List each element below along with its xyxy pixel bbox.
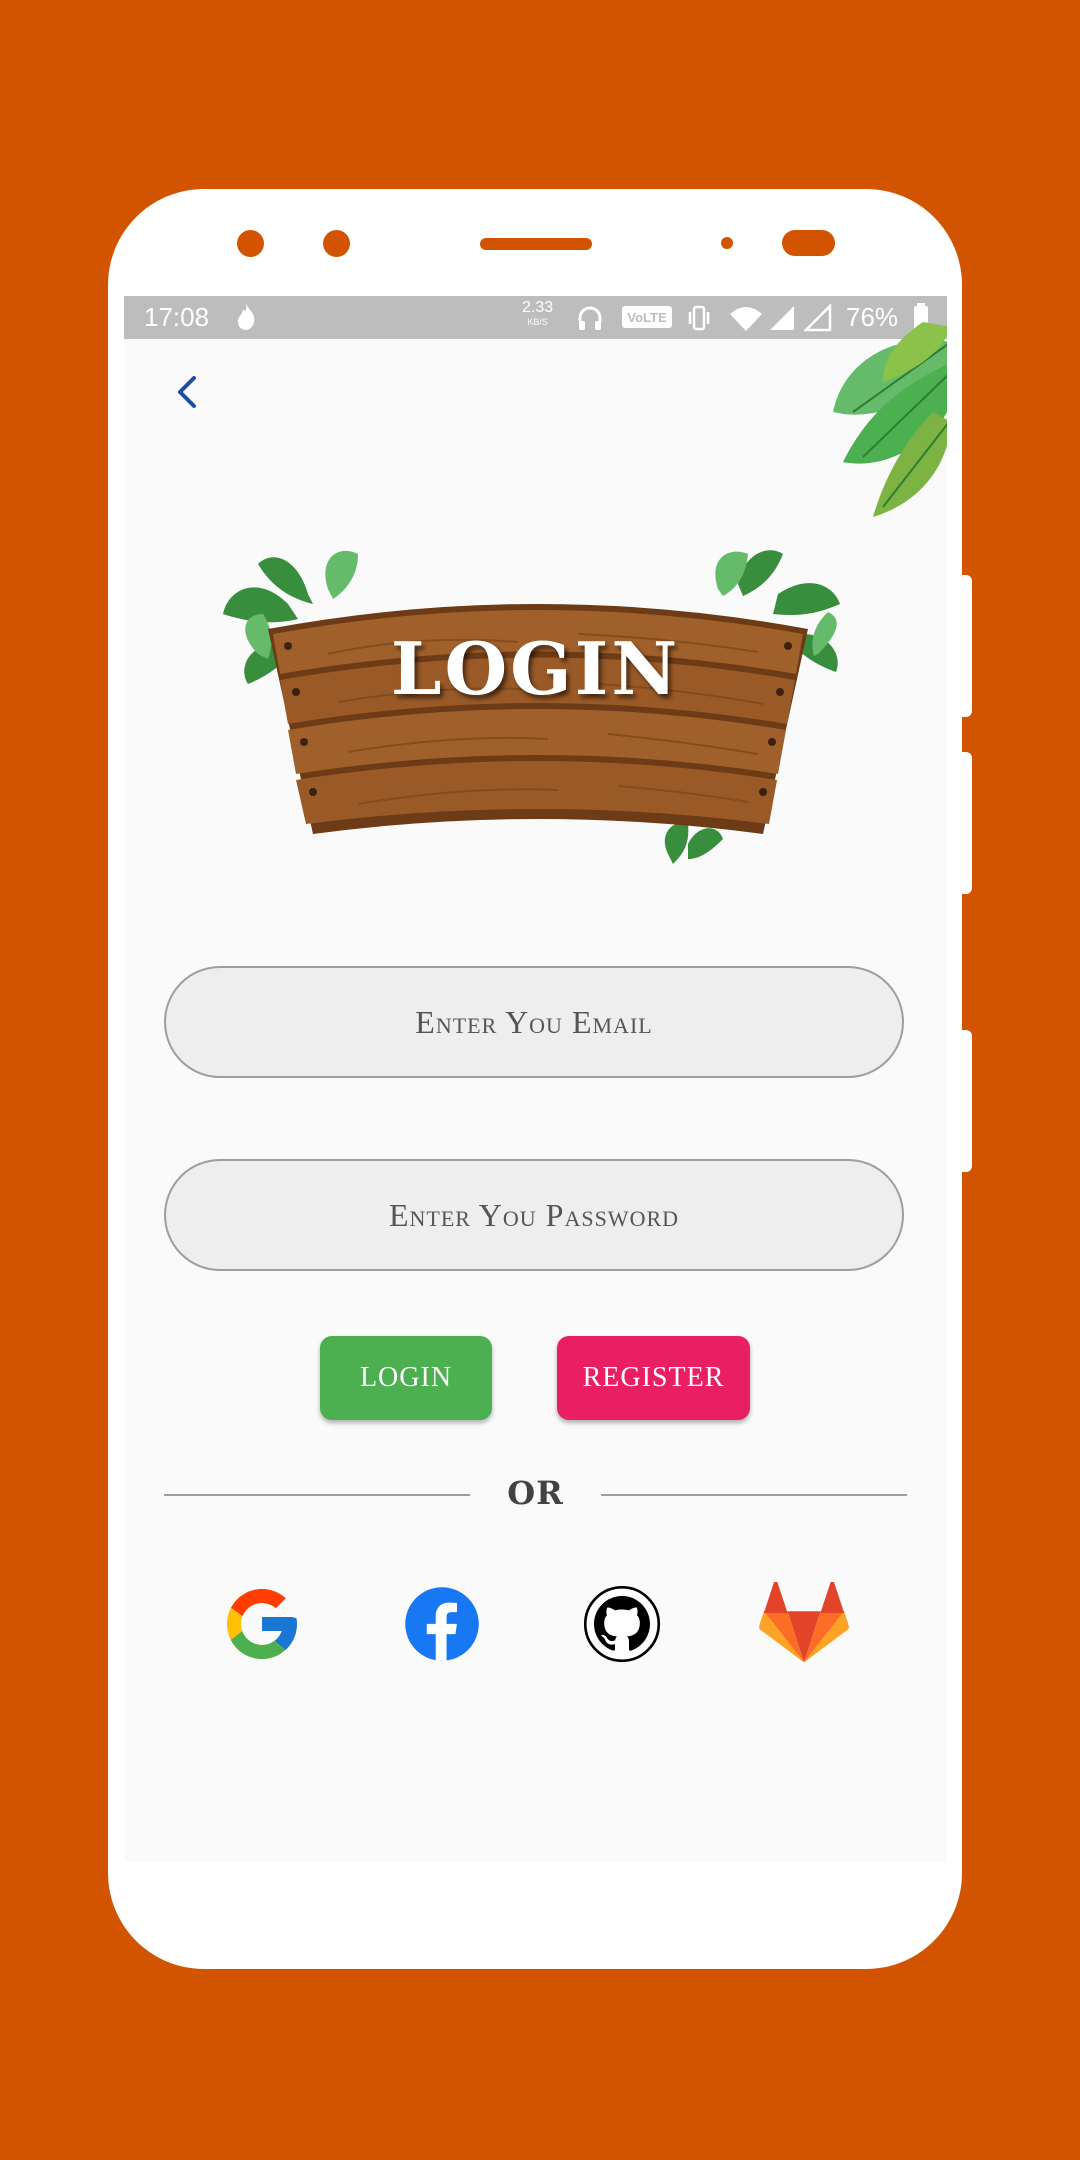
facebook-icon: [405, 1587, 479, 1661]
password-input[interactable]: [164, 1159, 904, 1271]
github-login-button[interactable]: [580, 1582, 664, 1666]
volume-down-button: [962, 752, 972, 894]
wifi-icon: [728, 304, 764, 337]
leaf-decoration-icon: [773, 322, 947, 527]
facebook-login-button[interactable]: [400, 1582, 484, 1666]
headphones-icon: [576, 304, 604, 337]
chevron-left-icon: [178, 376, 196, 408]
or-separator: OR: [507, 1474, 564, 1512]
front-sensor: [323, 230, 350, 257]
front-flash: [782, 230, 835, 256]
volte-icon: VoLTE: [621, 305, 673, 334]
flame-icon: [232, 301, 260, 336]
login-button[interactable]: LOGIN: [320, 1336, 492, 1420]
volume-up-button: [962, 575, 972, 717]
status-time: 17:08: [144, 302, 210, 332]
network-speed: 2.33 KB/S: [522, 300, 553, 330]
network-speed-value: 2.33: [522, 299, 554, 316]
volte-label: VoLTE: [627, 310, 667, 325]
gitlab-icon: [759, 1580, 849, 1663]
email-input[interactable]: [164, 966, 904, 1078]
network-speed-unit: KB/S: [527, 317, 548, 327]
divider-right: [601, 1494, 907, 1496]
github-icon: [583, 1585, 661, 1663]
front-camera: [237, 230, 264, 257]
proximity-sensor: [721, 237, 733, 249]
app-screen: 17:08 2.33 KB/S VoLTE 76% LOGIN Enter Yo…: [124, 296, 947, 1862]
google-icon: [227, 1589, 297, 1659]
back-button[interactable]: [164, 368, 212, 416]
google-login-button[interactable]: [220, 1582, 304, 1666]
gitlab-login-button[interactable]: [758, 1580, 850, 1666]
earpiece-speaker: [480, 238, 592, 250]
vibrate-icon: [686, 304, 712, 337]
power-button: [962, 1030, 972, 1172]
login-title: LOGIN: [390, 626, 681, 711]
register-button[interactable]: REGISTER: [557, 1336, 750, 1420]
